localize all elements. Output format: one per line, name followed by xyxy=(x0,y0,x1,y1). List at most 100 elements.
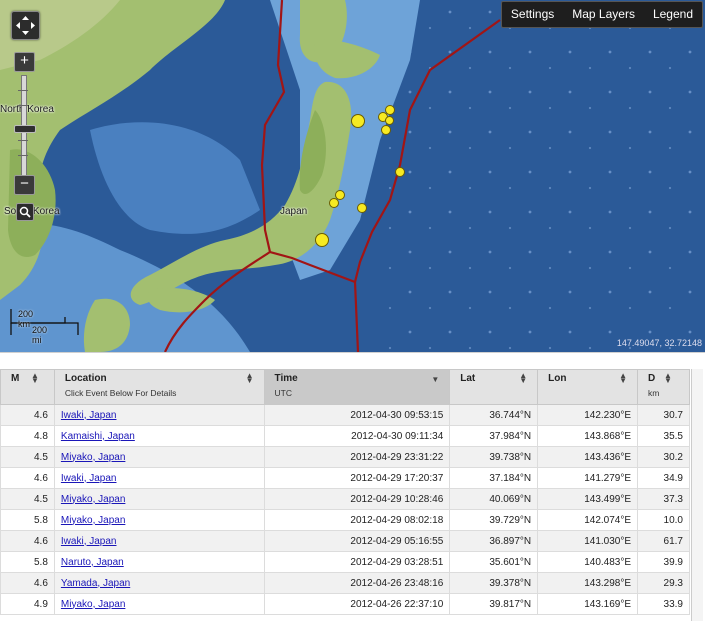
column-label: Location xyxy=(64,373,107,384)
cell-location: Naruto, Japan xyxy=(53,551,265,573)
map-menu-bar: Settings Map Layers Legend xyxy=(500,1,703,28)
cell-time: 2012-04-29 23:31:22 xyxy=(263,446,451,468)
location-link[interactable]: Iwaki, Japan xyxy=(61,410,117,421)
event-marker[interactable] xyxy=(357,203,367,213)
cell-time: 2012-04-26 22:37:10 xyxy=(263,593,451,615)
table-scrollbar[interactable] xyxy=(691,369,703,621)
cell-location: Miyako, Japan xyxy=(53,446,265,468)
cell-depth: 34.9 xyxy=(637,467,690,489)
table-row[interactable]: 4.5 Miyako, Japan 2012-04-29 23:31:22 39… xyxy=(0,446,690,468)
table-row[interactable]: 4.8 Kamaishi, Japan 2012-04-30 09:11:34 … xyxy=(0,425,690,447)
cell-depth: 10.0 xyxy=(637,509,690,531)
map-layers-menu[interactable]: Map Layers xyxy=(563,2,644,27)
cell-longitude: 142.074°E xyxy=(537,509,639,531)
cell-magnitude: 4.6 xyxy=(0,530,55,552)
table-row[interactable]: 4.5 Miyako, Japan 2012-04-29 10:28:46 40… xyxy=(0,488,690,510)
event-list-panel: M ▲ ▼ Location ▲ ▼ Click Event Below For D… xyxy=(0,352,705,621)
cell-location: Iwaki, Japan xyxy=(53,404,265,426)
sort-arrows-icon: ▲ ▼ xyxy=(619,371,628,385)
column-latitude[interactable]: Lat ▲ ▼ xyxy=(449,369,539,405)
cell-latitude: 39.378°N xyxy=(449,572,539,594)
cell-latitude: 37.184°N xyxy=(449,467,539,489)
legend-menu[interactable]: Legend xyxy=(644,2,702,27)
zoom-in-button[interactable]: + xyxy=(14,52,35,72)
cell-magnitude: 4.6 xyxy=(0,572,55,594)
location-link[interactable]: Iwaki, Japan xyxy=(61,536,117,547)
cell-location: Iwaki, Japan xyxy=(53,467,265,489)
cell-location: Yamada, Japan xyxy=(53,572,265,594)
location-link[interactable]: Iwaki, Japan xyxy=(61,473,117,484)
zoom-out-button[interactable]: − xyxy=(14,175,35,195)
map-basemap xyxy=(0,0,705,352)
cell-time: 2012-04-26 23:48:16 xyxy=(263,572,451,594)
coordinate-readout: 147.49047, 32.72148 xyxy=(616,338,702,348)
sort-arrows-icon: ▲ ▼ xyxy=(664,371,672,385)
sort-descending-icon: ▼ xyxy=(431,375,440,384)
cell-depth: 61.7 xyxy=(637,530,690,552)
cell-location: Miyako, Japan xyxy=(53,488,265,510)
cell-longitude: 143.298°E xyxy=(537,572,639,594)
location-link[interactable]: Yamada, Japan xyxy=(61,578,130,589)
zoom-tick xyxy=(18,105,28,106)
location-link[interactable]: Kamaishi, Japan xyxy=(61,431,135,442)
pan-button[interactable] xyxy=(11,11,40,40)
event-marker[interactable] xyxy=(351,114,365,128)
move-arrows-icon xyxy=(16,16,35,35)
earthquake-map[interactable]: North Korea South Korea Japan + − Settin… xyxy=(0,0,705,352)
location-link[interactable]: Miyako, Japan xyxy=(61,452,125,463)
table-row[interactable]: 4.6 Yamada, Japan 2012-04-26 23:48:16 39… xyxy=(0,572,690,594)
table-row[interactable]: 5.8 Naruto, Japan 2012-04-29 03:28:51 35… xyxy=(0,551,690,573)
cell-longitude: 141.030°E xyxy=(537,530,639,552)
event-marker[interactable] xyxy=(315,233,329,247)
cell-time: 2012-04-29 17:20:37 xyxy=(263,467,451,489)
column-magnitude[interactable]: M ▲ ▼ xyxy=(0,369,55,405)
table-row[interactable]: 5.8 Miyako, Japan 2012-04-29 08:02:18 39… xyxy=(0,509,690,531)
column-sublabel: km xyxy=(648,388,660,398)
column-depth[interactable]: D ▲ ▼ km xyxy=(637,369,690,405)
location-link[interactable]: Naruto, Japan xyxy=(61,557,124,568)
table-row[interactable]: 4.6 Iwaki, Japan 2012-04-29 05:16:55 36.… xyxy=(0,530,690,552)
cell-depth: 39.9 xyxy=(637,551,690,573)
column-sublabel: UTC xyxy=(274,388,292,398)
cell-magnitude: 4.6 xyxy=(0,404,55,426)
cell-latitude: 39.729°N xyxy=(449,509,539,531)
column-longitude[interactable]: Lon ▲ ▼ xyxy=(537,369,639,405)
event-marker[interactable] xyxy=(329,198,339,208)
location-link[interactable]: Miyako, Japan xyxy=(61,494,125,505)
location-link[interactable]: Miyako, Japan xyxy=(61,515,125,526)
column-label: Lat xyxy=(460,373,476,384)
cell-depth: 30.2 xyxy=(637,446,690,468)
column-sublabel: Click Event Below For Details xyxy=(64,388,177,398)
minus-icon: − xyxy=(20,175,29,192)
cell-latitude: 37.984°N xyxy=(449,425,539,447)
zoom-tick xyxy=(18,140,28,141)
sort-arrows-icon: ▲ ▼ xyxy=(31,371,39,385)
cell-depth: 29.3 xyxy=(637,572,690,594)
column-time[interactable]: Time ▼ UTC xyxy=(263,369,451,405)
cell-longitude: 143.868°E xyxy=(537,425,639,447)
cell-magnitude: 5.8 xyxy=(0,551,55,573)
cell-location: Miyako, Japan xyxy=(53,593,265,615)
cell-depth: 37.3 xyxy=(637,488,690,510)
zoom-tick xyxy=(18,155,28,156)
location-link[interactable]: Miyako, Japan xyxy=(61,599,125,610)
cell-latitude: 39.817°N xyxy=(449,593,539,615)
cell-longitude: 140.483°E xyxy=(537,551,639,573)
zoom-world-button[interactable] xyxy=(16,203,34,221)
sort-arrows-icon: ▲ ▼ xyxy=(519,371,528,385)
magnifier-icon xyxy=(19,206,31,218)
zoom-tick xyxy=(18,90,28,91)
table-row[interactable]: 4.9 Miyako, Japan 2012-04-26 22:37:10 39… xyxy=(0,593,690,615)
settings-menu[interactable]: Settings xyxy=(502,2,563,27)
scale-km-label: 200 km xyxy=(18,309,34,329)
event-marker[interactable] xyxy=(385,116,394,125)
cell-depth: 30.7 xyxy=(637,404,690,426)
event-marker[interactable] xyxy=(381,125,391,135)
cell-longitude: 143.436°E xyxy=(537,446,639,468)
event-marker[interactable] xyxy=(395,167,405,177)
column-location[interactable]: Location ▲ ▼ Click Event Below For Detail… xyxy=(53,369,265,405)
table-row[interactable]: 4.6 Iwaki, Japan 2012-04-30 09:53:15 36.… xyxy=(0,404,690,426)
zoom-slider-handle[interactable] xyxy=(14,125,36,133)
table-row[interactable]: 4.6 Iwaki, Japan 2012-04-29 17:20:37 37.… xyxy=(0,467,690,489)
cell-time: 2012-04-29 08:02:18 xyxy=(263,509,451,531)
